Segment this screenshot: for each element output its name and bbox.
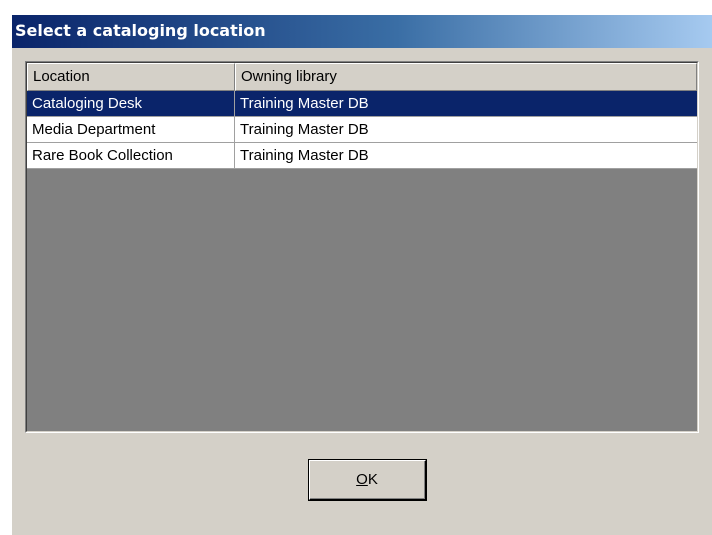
title-bar[interactable]: Select a cataloging location: [12, 15, 712, 48]
location-list-body: Location Owning library Cataloging Desk …: [26, 62, 698, 432]
ok-button[interactable]: OK: [308, 459, 427, 501]
column-header-owning-library[interactable]: Owning library: [235, 63, 697, 91]
location-cell: Media Department: [27, 117, 235, 142]
dialog-title: Select a cataloging location: [15, 21, 266, 40]
list-header: Location Owning library: [27, 63, 697, 91]
ok-label-rest: K: [367, 471, 378, 488]
location-cell: Rare Book Collection: [27, 143, 235, 168]
owning-library-cell: Training Master DB: [240, 121, 369, 138]
table-row[interactable]: Media Department Training Master DB: [27, 117, 697, 143]
ok-button-label: OK: [310, 471, 424, 488]
owning-library-cell: Training Master DB: [240, 147, 369, 164]
table-row[interactable]: Rare Book Collection Training Master DB: [27, 143, 697, 169]
table-row[interactable]: Cataloging Desk Training Master DB: [27, 91, 697, 117]
location-list: Location Owning library Cataloging Desk …: [25, 61, 699, 433]
ok-button-face: OK: [310, 461, 425, 499]
location-cell: Cataloging Desk: [27, 91, 235, 116]
ok-mnemonic: O: [356, 471, 368, 488]
owning-library-cell: Training Master DB: [240, 95, 369, 112]
column-header-location[interactable]: Location: [27, 63, 235, 91]
select-location-dialog: Select a cataloging location Location Ow…: [12, 14, 712, 535]
